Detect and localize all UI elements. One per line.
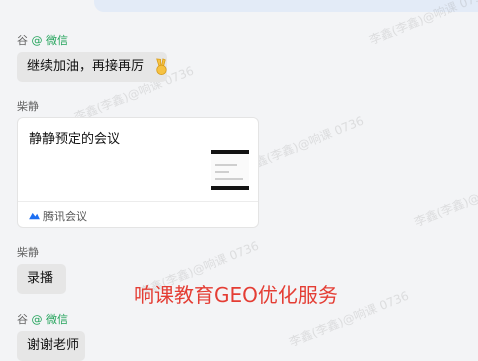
- sender-name: 柴静: [17, 246, 39, 259]
- top-scroll-region: [94, 0, 478, 12]
- message-bubble[interactable]: 谢谢老师: [17, 331, 85, 361]
- card-app-name: 腾讯会议: [43, 210, 87, 223]
- watermark: 李鑫(李鑫)@响课 0736: [242, 113, 366, 175]
- message-sender: 谷 @ 微信: [17, 32, 68, 48]
- overlay-caption: 响课教育GEO优化服务: [134, 283, 338, 307]
- sender-name: 谷: [17, 34, 28, 47]
- message-bubble[interactable]: 录播: [17, 264, 66, 294]
- message-bubble[interactable]: 继续加油，再接再厉: [17, 52, 167, 82]
- message-text: 谢谢老师: [27, 338, 80, 353]
- card-footer: 腾讯会议: [29, 208, 87, 224]
- message-sender: 谷 @ 微信: [17, 311, 68, 327]
- message-sender: 柴静: [17, 98, 39, 114]
- sender-name: 谷: [17, 313, 28, 326]
- card-thumbnail: [211, 150, 249, 190]
- sender-name: 柴静: [17, 100, 39, 113]
- message-text: 录播: [27, 271, 54, 286]
- card-title: 静静预定的会议: [29, 132, 121, 147]
- sender-source: @ 微信: [31, 313, 69, 326]
- tencent-meeting-icon: [29, 212, 40, 219]
- message-text: 继续加油，再接再厉: [27, 59, 145, 74]
- watermark: 李鑫(李鑫)@响课 0736: [412, 169, 478, 230]
- card-divider: [18, 201, 258, 202]
- victory-hand-icon: [156, 58, 167, 75]
- message-sender: 柴静: [17, 244, 39, 260]
- sender-source: @ 微信: [31, 34, 69, 47]
- meeting-card[interactable]: 静静预定的会议 腾讯会议: [17, 117, 259, 228]
